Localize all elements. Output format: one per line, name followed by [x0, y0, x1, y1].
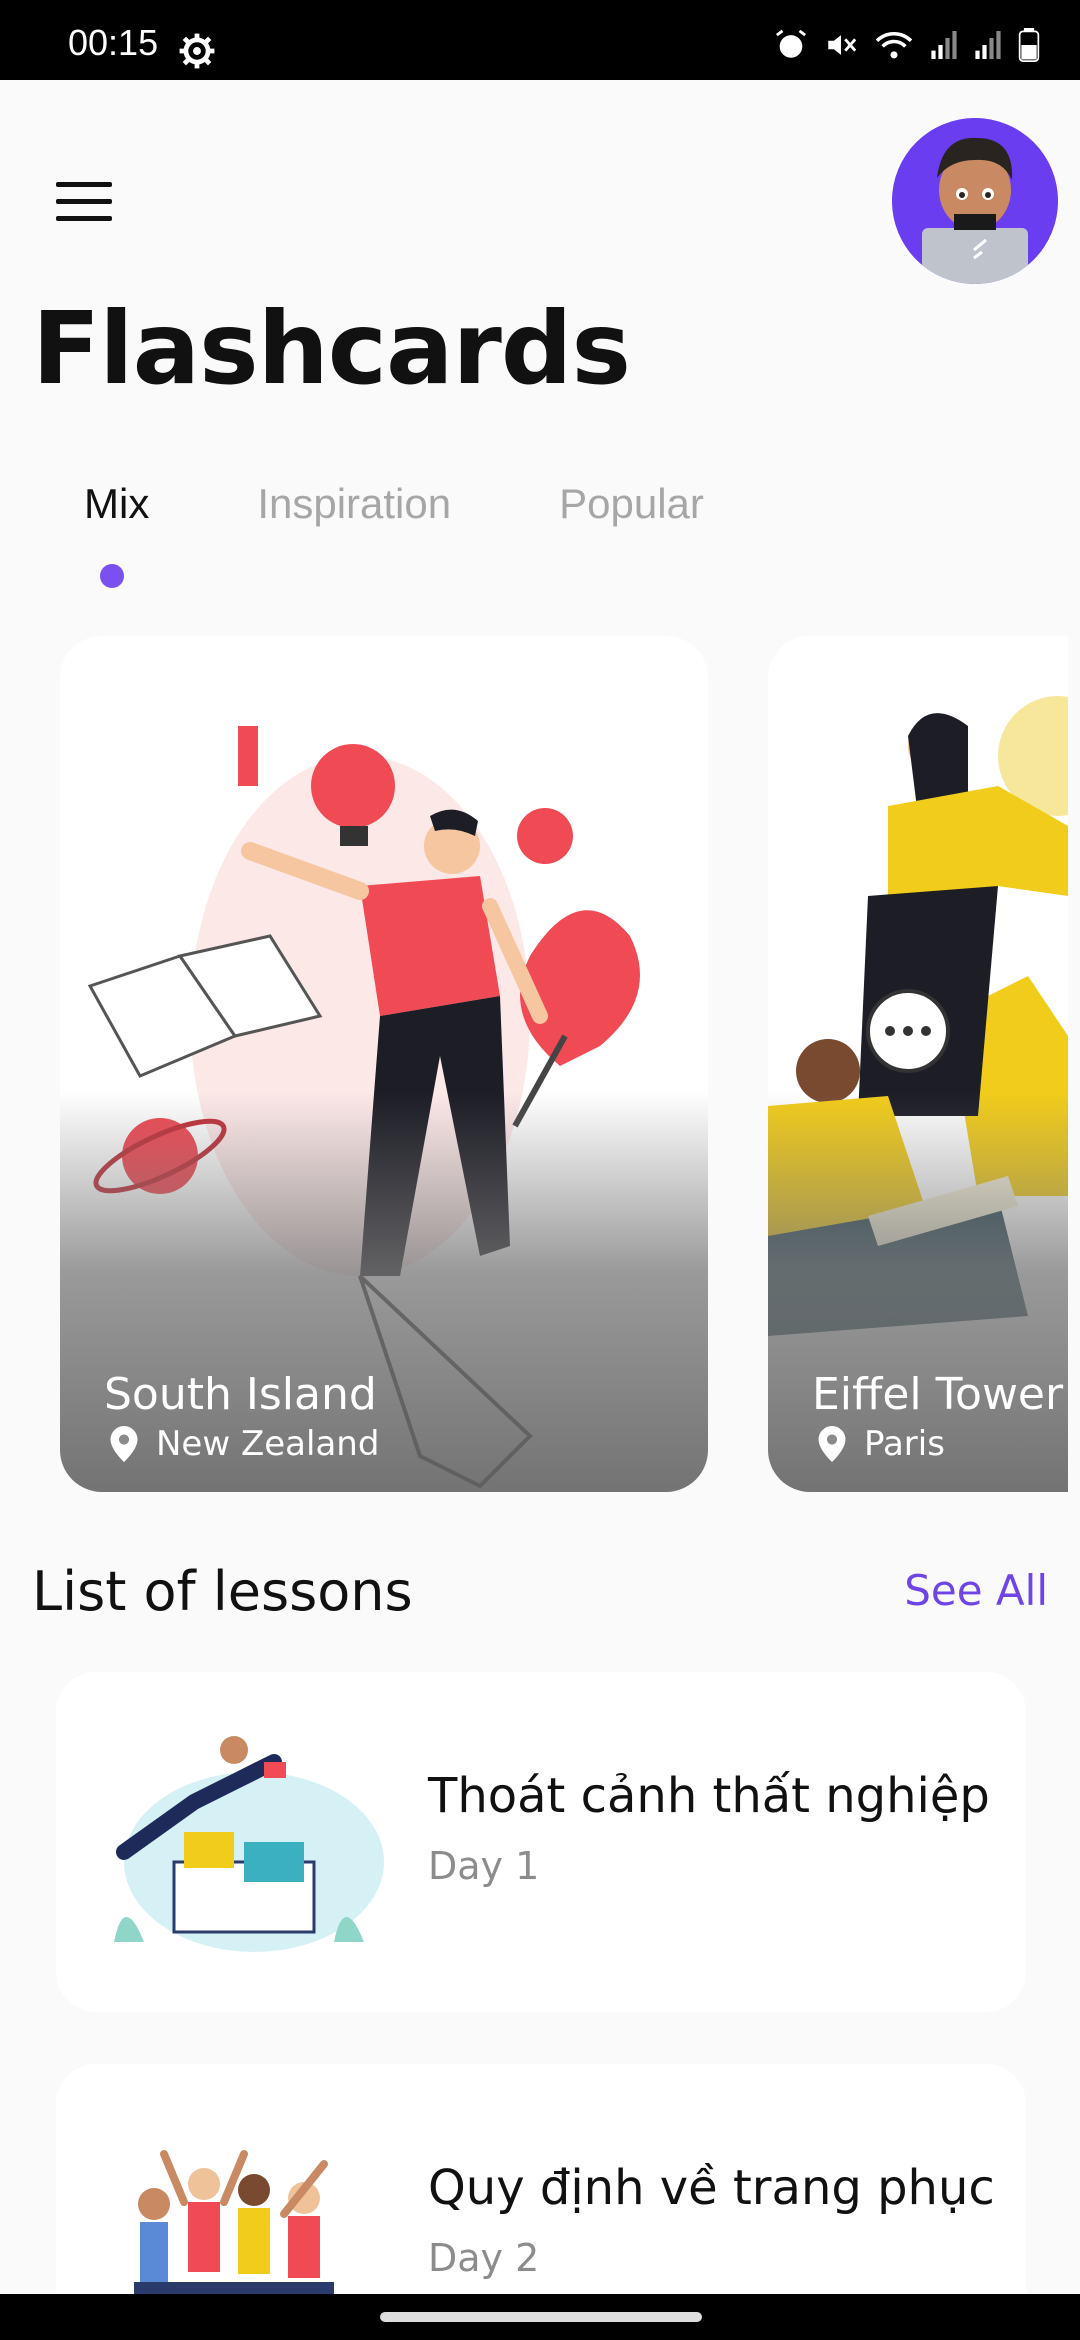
tab-mix[interactable]: Mix: [84, 480, 149, 528]
card-title: Eiffel Tower: [812, 1369, 1064, 1420]
wifi-icon: [875, 31, 913, 59]
hamburger-menu-icon[interactable]: [56, 182, 112, 222]
location-pin-icon: [110, 1426, 138, 1462]
card-location-label: New Zealand: [156, 1424, 380, 1464]
lesson-thumbnail: [114, 1736, 384, 1952]
battery-icon: [1018, 28, 1040, 62]
lesson-title: Thoát cảnh thất nghiệp: [428, 1768, 990, 1824]
settings-icon: [179, 33, 215, 69]
page-title: Flashcards: [32, 290, 631, 407]
card-location: Paris: [818, 1424, 945, 1464]
see-all-link[interactable]: See All: [904, 1566, 1048, 1615]
tab-popular[interactable]: Popular: [559, 480, 704, 528]
mute-icon: [828, 35, 857, 55]
home-gesture-handle[interactable]: [380, 2312, 702, 2322]
alarm-icon: [775, 29, 807, 58]
card-location: New Zealand: [110, 1424, 379, 1464]
status-time: 00:15: [68, 22, 159, 63]
section-title: List of lessons: [32, 1560, 413, 1623]
active-tab-indicator: [100, 564, 124, 588]
lesson-title: Quy định về trang phục: [428, 2160, 995, 2216]
signal-icon: [975, 31, 1001, 59]
signal-icon: [931, 31, 957, 59]
card-title: South Island: [104, 1369, 377, 1420]
location-pin-icon: [818, 1426, 846, 1462]
lesson-day: Day 2: [428, 2236, 540, 2280]
lesson-card[interactable]: Thoát cảnh thất nghiệp Day 1: [56, 1672, 1026, 2012]
card-location-label: Paris: [864, 1424, 945, 1464]
lesson-day: Day 1: [428, 1844, 540, 1888]
category-tabs: Mix Inspiration Popular: [84, 480, 812, 528]
flashcard-south-island[interactable]: South Island New Zealand: [60, 636, 708, 1492]
status-bar: 00:15: [0, 0, 1080, 80]
flashcard-eiffel-tower[interactable]: Eiffel Tower Paris: [768, 636, 1068, 1492]
tab-inspiration[interactable]: Inspiration: [257, 480, 451, 528]
user-avatar[interactable]: [892, 118, 1058, 284]
system-nav-bar: [0, 2294, 1080, 2340]
